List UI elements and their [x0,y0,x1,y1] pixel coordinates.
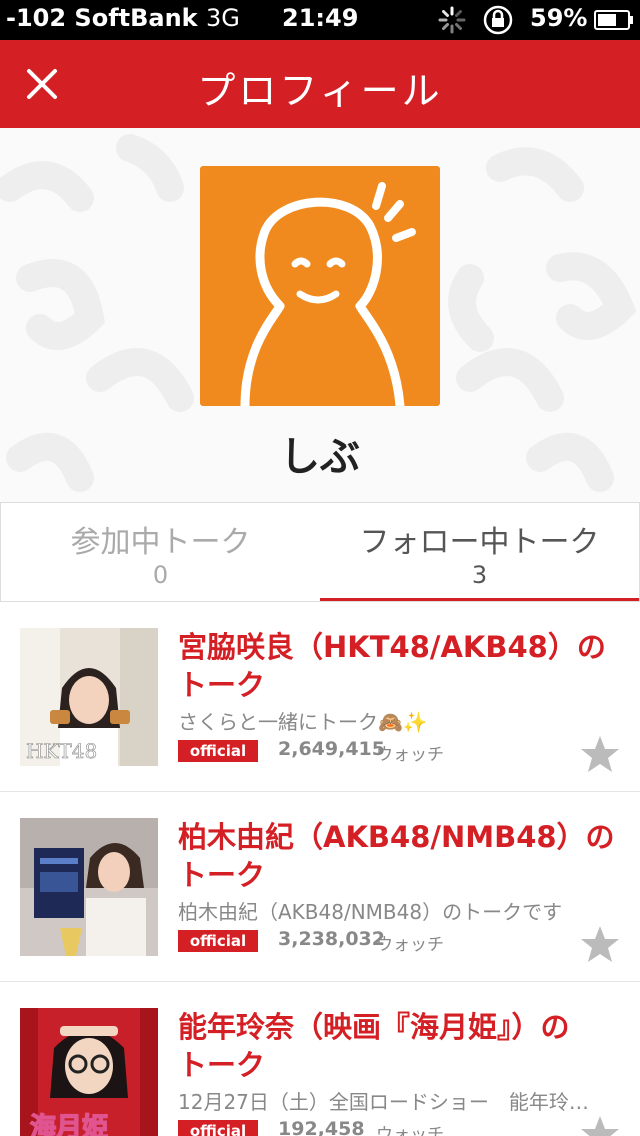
watch-label: ウォッチ [376,745,444,765]
battery-percent: 59% [530,4,588,32]
active-tab-indicator [320,598,639,601]
tab-count: 3 [471,561,488,589]
avatar [200,166,440,406]
tab-label: 参加中トーク [70,525,251,560]
talk-description: さくらと一緒にトーク🙈✨ [178,710,428,734]
page-title: プロフィール [197,69,443,113]
tab-label: フォロー中トーク [359,525,600,560]
talk-title-line: 宮脇咲良（HKT48/AKB48）の [178,630,606,664]
tab-count: 0 [152,561,169,589]
star-icon[interactable] [580,924,620,964]
network-label: 3G [206,4,240,32]
talk-list: HKT48 宮脇咲良（HKT48/AKB48）の トーク さくらと一緒にトーク🙈… [0,602,640,1136]
talk-thumbnail: HKT48 [20,628,158,766]
star-icon[interactable] [580,1114,620,1136]
avatar-character-icon [240,182,416,406]
talk-tabs: 参加中トーク 0 フォロー中トーク 3 [0,502,640,602]
profile-name: しぶ [280,434,360,480]
watch-count: 3,238,032 [278,928,385,950]
thumbnail-photo: HKT48 [20,628,158,766]
thumbnail-photo [20,818,158,956]
talk-thumbnail: 海月姫 [20,1008,158,1136]
watch-label: ウォッチ [376,935,444,955]
tab-following-talks[interactable]: フォロー中トーク 3 [320,503,640,601]
thumbnail-caption: 海月姫 [30,1113,108,1136]
watch-label: ウォッチ [376,1125,444,1136]
talk-title-line: 能年玲奈（映画『海月姫』）の [178,1010,570,1044]
talk-title-line: トーク [178,1048,266,1082]
talk-title[interactable]: 柏木由紀（AKB48/NMB48）の トーク [178,818,618,894]
talk-title-line: トーク [178,668,266,702]
talk-title-line: 柏木由紀（AKB48/NMB48）の [178,820,615,854]
list-item[interactable]: 柏木由紀（AKB48/NMB48）の トーク 柏木由紀（AKB48/NMB48）… [0,792,640,982]
thumbnail-caption: HKT48 [26,739,97,763]
official-badge: official [178,1120,258,1136]
rotation-lock-icon [483,5,513,35]
talk-title-line: トーク [178,858,266,892]
navigation-bar: プロフィール [0,40,640,128]
activity-spinner-icon [438,6,466,34]
status-bar: -102 SoftBank 3G 21:49 59% [0,0,640,40]
official-badge: official [178,930,258,952]
list-item[interactable]: 海月姫 能年玲奈（映画『海月姫』）の トーク 12月27日（土）全国ロードショー… [0,982,640,1136]
watch-count: 192,458 [278,1118,365,1136]
list-item[interactable]: HKT48 宮脇咲良（HKT48/AKB48）の トーク さくらと一緒にトーク🙈… [0,602,640,792]
talk-thumbnail [20,818,158,956]
profile-header: しぶ [0,128,640,502]
talk-title[interactable]: 宮脇咲良（HKT48/AKB48）の トーク [178,628,618,704]
star-icon[interactable] [580,734,620,774]
thumbnail-photo: 海月姫 [20,1008,158,1136]
official-badge: official [178,740,258,762]
talk-description: 12月27日（土）全国ロードショー 能年玲奈… [178,1090,608,1114]
tab-joined-talks[interactable]: 参加中トーク 0 [0,503,320,601]
talk-description: 柏木由紀（AKB48/NMB48）のトークです [178,900,563,924]
watch-count: 2,649,415 [278,738,385,760]
clock: 21:49 [282,4,359,32]
carrier-label: -102 SoftBank [6,4,198,32]
battery-icon [594,10,633,30]
talk-title[interactable]: 能年玲奈（映画『海月姫』）の トーク [178,1008,618,1084]
